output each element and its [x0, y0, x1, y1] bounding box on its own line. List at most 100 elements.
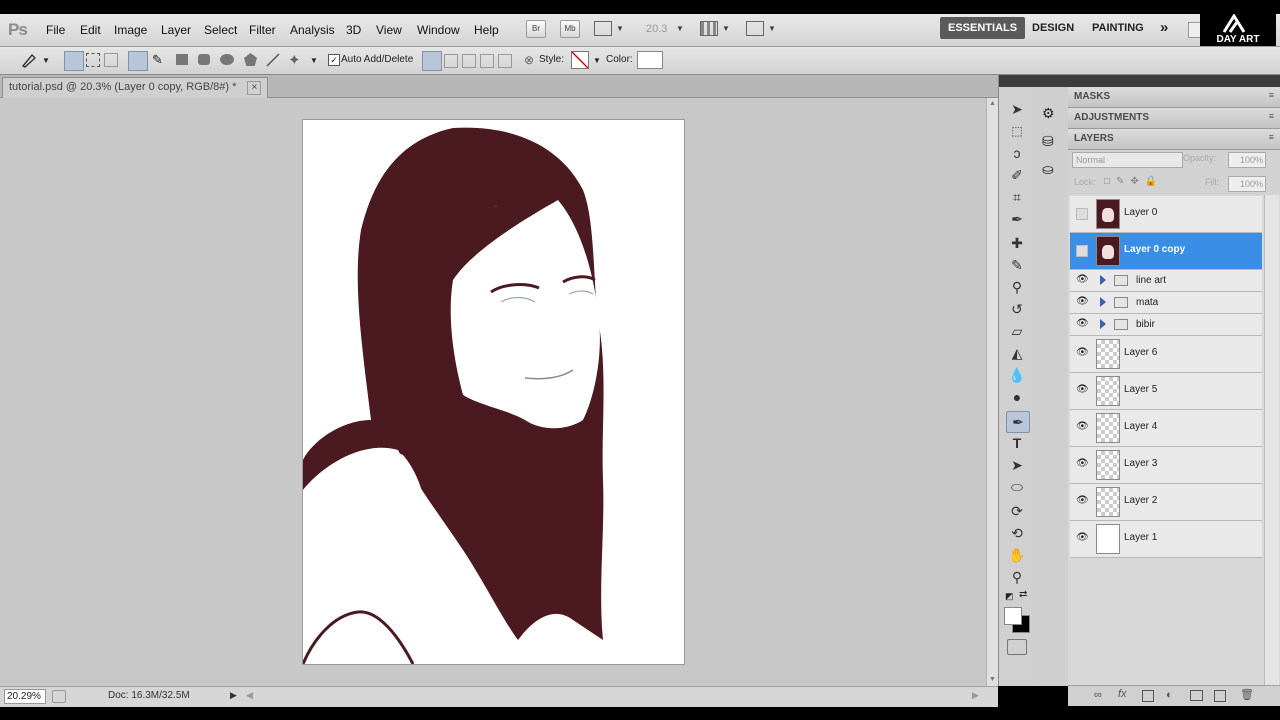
menu-image[interactable]: Image	[114, 23, 147, 37]
blur-tool-icon[interactable]: 💧	[1006, 365, 1028, 385]
layer-row-selected[interactable]: Layer 0 copy	[1070, 233, 1262, 270]
move-tool-icon[interactable]: ➤	[1006, 99, 1028, 119]
menu-3d[interactable]: 3D	[346, 23, 361, 37]
blend-mode-select[interactable]: Normal	[1072, 152, 1183, 168]
path-combine-icon[interactable]	[422, 51, 442, 71]
visibility-toggle-off[interactable]	[1076, 208, 1088, 220]
pen-tool-preset-icon[interactable]	[20, 52, 38, 68]
layer-row[interactable]: 👁 Layer 3	[1070, 447, 1262, 484]
scroll-up-icon[interactable]: ▲	[989, 100, 996, 107]
menu-help[interactable]: Help	[474, 23, 499, 37]
workspace-painting[interactable]: PAINTING	[1084, 17, 1152, 39]
menu-edit[interactable]: Edit	[80, 23, 101, 37]
layer-row[interactable]: 👁 Layer 5	[1070, 373, 1262, 410]
paths-icon[interactable]	[86, 53, 100, 67]
3d-orbit-tool-icon[interactable]: ⟲	[1006, 523, 1028, 543]
rectangle-icon[interactable]	[176, 54, 188, 65]
tools-panel-header[interactable]	[999, 75, 1035, 87]
workspace-design[interactable]: DESIGN	[1024, 17, 1082, 39]
adjustments-dock-icon[interactable]: ⚙	[1042, 105, 1055, 122]
fill-field[interactable]: 100%	[1228, 176, 1266, 192]
adjustments-panel-tab[interactable]: ADJUSTMENTS ≡	[1068, 108, 1280, 129]
menu-analysis[interactable]: Analysis	[290, 23, 335, 37]
path-intersect-icon[interactable]	[462, 54, 476, 68]
panel-menu-icon[interactable]: ≡	[1269, 132, 1274, 142]
layers-panel-tab[interactable]: LAYERS ≡	[1068, 129, 1280, 150]
chevron-down-icon[interactable]: ▼	[768, 24, 776, 33]
eraser-tool-icon[interactable]: ▱	[1006, 321, 1028, 341]
link-icon[interactable]: ⊗	[524, 53, 534, 67]
delete-layer-icon[interactable]: 🗑	[1240, 688, 1254, 701]
clone-source-dock-icon[interactable]: ⛀	[1042, 161, 1054, 178]
swap-colors-icon[interactable]: ⇄	[1019, 589, 1027, 600]
eye-icon[interactable]: 👁	[1076, 533, 1089, 543]
eye-icon[interactable]: 👁	[1076, 385, 1089, 395]
lasso-tool-icon[interactable]: ↄ	[1006, 143, 1028, 163]
scroll-left-icon[interactable]: ◀	[246, 690, 253, 701]
eye-icon[interactable]: 👁	[1076, 297, 1089, 307]
history-brush-tool-icon[interactable]: ↺	[1006, 299, 1028, 319]
add-mask-icon[interactable]	[1142, 690, 1154, 702]
color-swatch[interactable]	[637, 51, 663, 69]
layer-row[interactable]: 👁 Layer 6	[1070, 336, 1262, 373]
foreground-color-swatch[interactable]	[1004, 607, 1022, 625]
lock-options-icons[interactable]: □✎✥🔒	[1104, 176, 1163, 187]
chevron-down-icon[interactable]: ▼	[676, 24, 684, 33]
chevron-down-icon[interactable]: ▼	[310, 56, 318, 65]
menu-view[interactable]: View	[376, 23, 402, 37]
menu-window[interactable]: Window	[417, 23, 460, 37]
document-canvas[interactable]: ✦	[303, 120, 684, 664]
zoom-tool-icon[interactable]: ⚲	[1006, 567, 1028, 587]
launch-bridge-button[interactable]: Br	[526, 20, 546, 38]
chevron-down-icon[interactable]: ▼	[616, 24, 624, 33]
layer-row[interactable]: 👁 Layer 2	[1070, 484, 1262, 521]
default-colors-icon[interactable]: ◩	[1005, 591, 1017, 603]
path-exclude-icon[interactable]	[480, 54, 494, 68]
eye-icon[interactable]: 👁	[1076, 459, 1089, 469]
expand-group-icon[interactable]	[1100, 297, 1106, 307]
3d-rotate-tool-icon[interactable]: ⟳	[1006, 501, 1028, 521]
menu-file[interactable]: File	[46, 23, 65, 37]
layer-row[interactable]: 👁 Layer 1	[1070, 521, 1262, 558]
healing-brush-tool-icon[interactable]: ✚	[1006, 233, 1028, 253]
view-extras-icon[interactable]	[594, 21, 612, 36]
launch-mini-bridge-button[interactable]: Mb	[560, 20, 580, 38]
fill-pixels-icon[interactable]	[104, 53, 118, 67]
chevron-down-icon[interactable]: ▼	[593, 56, 601, 65]
new-layer-icon[interactable]	[1214, 690, 1226, 702]
path-exclude-2-icon[interactable]	[498, 54, 512, 68]
zoom-level-field[interactable]: 20.3	[646, 23, 667, 35]
layer-row[interactable]: 👁 Layer 4	[1070, 410, 1262, 447]
marquee-tool-icon[interactable]: ⬚	[1006, 121, 1028, 141]
quick-selection-tool-icon[interactable]: ✐	[1006, 165, 1028, 185]
new-group-icon[interactable]	[1190, 690, 1203, 701]
style-swatch[interactable]	[571, 51, 589, 69]
auto-add-delete-checkbox[interactable]: ✓	[328, 54, 340, 66]
layers-scrollbar[interactable]	[1264, 195, 1279, 685]
expand-group-icon[interactable]	[1100, 275, 1106, 285]
ellipse-icon[interactable]	[220, 54, 234, 65]
panels-header[interactable]	[1068, 75, 1280, 87]
menu-select[interactable]: Select	[204, 23, 237, 37]
adjustment-layer-icon[interactable]: ◐	[1166, 689, 1173, 701]
close-tab-icon[interactable]: ×	[247, 81, 262, 95]
shape-layers-icon[interactable]	[64, 51, 84, 71]
eye-icon[interactable]: 👁	[1076, 348, 1089, 358]
screen-mode-icon[interactable]	[746, 21, 764, 36]
scroll-right-icon[interactable]: ▶	[972, 690, 979, 701]
type-tool-icon[interactable]: T	[1006, 433, 1028, 453]
menu-filter[interactable]: Filter	[249, 23, 276, 37]
eye-icon[interactable]: 👁	[1076, 496, 1089, 506]
layer-style-icon[interactable]: fx	[1118, 688, 1127, 700]
chevron-down-icon[interactable]: ▼	[42, 56, 50, 65]
crop-tool-icon[interactable]: ⌗	[1006, 187, 1028, 207]
visibility-toggle-off[interactable]	[1076, 245, 1088, 257]
panel-menu-icon[interactable]: ≡	[1269, 90, 1274, 100]
path-subtract-icon[interactable]	[444, 54, 458, 68]
status-preview-icon[interactable]	[52, 690, 66, 703]
scroll-down-icon[interactable]: ▼	[989, 676, 996, 683]
zoom-field[interactable]: 20.29%	[4, 689, 46, 704]
pen-icon[interactable]	[128, 51, 148, 71]
chevron-down-icon[interactable]: ▼	[722, 24, 730, 33]
eye-icon[interactable]: 👁	[1076, 422, 1089, 432]
